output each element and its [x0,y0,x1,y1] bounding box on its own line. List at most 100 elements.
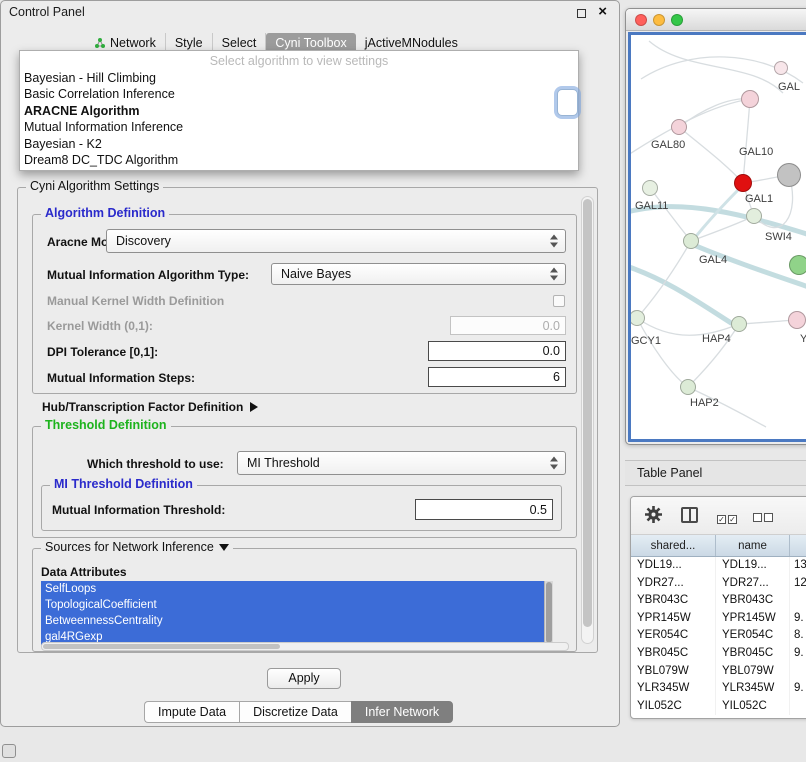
network-node[interactable] [789,255,806,275]
network-node[interactable] [788,311,806,329]
attribute-list-item[interactable]: BetweennessCentrality [41,613,553,629]
algorithm-option-selected[interactable]: ARACNE Algorithm [20,103,578,119]
table-row[interactable]: YPR145WYPR145W9. [631,610,806,628]
table-cell: YDR27... [716,575,790,593]
algorithm-combobox-fragment[interactable] [557,89,578,116]
tab-select-label: Select [222,36,257,50]
list-horizontal-scrollbar[interactable] [41,642,569,651]
hub-transcription-factor-section[interactable]: Hub/Transcription Factor Definition [42,400,258,414]
network-node[interactable] [734,174,752,192]
checked-columns-icon[interactable]: ✓✓ [717,509,739,527]
network-node-label: GCY1 [631,335,661,347]
combo-stepper-icon [550,235,559,248]
mi-threshold-legend: MI Threshold Definition [50,477,197,491]
algorithm-option[interactable]: Bayesian - Hill Climbing [20,70,578,86]
dpi-tolerance-input[interactable] [428,341,566,361]
network-node[interactable] [671,119,687,135]
dpi-tolerance-label: DPI Tolerance [0,1]: [47,345,158,359]
network-node[interactable] [731,316,747,332]
network-node[interactable] [741,90,759,108]
table-cell: YLR345W [631,680,716,698]
column-header-shared-name[interactable]: shared... [631,535,716,556]
minimize-traffic-light[interactable] [653,14,665,26]
settings-vertical-scrollbar[interactable] [581,196,594,644]
tab-cyni-toolbox-label: Cyni Toolbox [275,36,346,50]
table-panel-window: ✓✓ shared... name YDL19...YDL19...13YDR2… [630,496,806,719]
network-node[interactable] [683,233,699,249]
table-row[interactable]: YIL052CYIL052C [631,698,806,716]
aracne-mode-combobox[interactable]: Discovery [106,229,566,253]
attribute-list-item[interactable]: TopologicalCoefficient [41,597,553,613]
attribute-list-item[interactable]: SelfLoops [41,581,553,597]
algorithm-option[interactable]: Mutual Information Inference [20,119,578,135]
table-row[interactable]: YDL19...YDL19...13 [631,557,806,575]
sources-legend[interactable]: Sources for Network Inference [41,540,233,554]
network-node[interactable] [777,163,801,187]
table-cell: 9. [790,680,806,698]
apply-button[interactable]: Apply [267,668,341,689]
network-node[interactable] [774,61,788,75]
table-row[interactable]: YLR345WYLR345W9. [631,680,806,698]
network-node-label: GAL80 [651,139,685,151]
table-panel-header: Table Panel [625,460,806,486]
column-header-name[interactable]: name [716,535,790,556]
network-window-titlebar[interactable] [626,9,806,31]
close-icon[interactable]: × [598,3,607,21]
network-node[interactable] [746,208,762,224]
sources-group: Sources for Network Inference Data Attri… [32,548,577,652]
network-node[interactable] [642,180,658,196]
mi-algorithm-type-combobox[interactable]: Naive Bayes [271,263,566,285]
mi-threshold-label: Mutual Information Threshold: [52,503,225,517]
hidden-panel-icon[interactable] [2,744,16,758]
table-cell: 8. [790,627,806,645]
zoom-traffic-light[interactable] [671,14,683,26]
mi-steps-input[interactable] [428,367,566,387]
data-attributes-label: Data Attributes [41,565,127,579]
network-node-label: Y [800,333,806,345]
tab-network-label: Network [110,36,156,50]
algorithm-dropdown-list: Select algorithm to view settings Bayesi… [19,50,579,171]
mi-threshold-input[interactable] [415,499,553,520]
network-node-label: HAP4 [702,333,731,345]
network-tab-icon [94,37,106,49]
list-vertical-scrollbar[interactable] [544,581,553,645]
which-threshold-combobox[interactable]: MI Threshold [237,451,566,475]
close-traffic-light[interactable] [635,14,647,26]
table-row[interactable]: YBL079WYBL079W [631,663,806,681]
table-cell: 9. [790,645,806,663]
algorithm-definition-group: Algorithm Definition Aracne Mode: Discov… [32,214,577,394]
scrollbar-thumb[interactable] [546,582,552,643]
table-column-headers: shared... name [631,535,806,557]
network-node-label: GAL4 [699,254,727,266]
table-row[interactable]: YBR043CYBR043C [631,592,806,610]
network-node[interactable] [629,310,645,326]
unchecked-columns-icon[interactable] [753,509,775,527]
combo-stepper-icon [550,457,559,470]
aracne-mode-value: Discovery [116,234,171,248]
expand-right-icon [250,402,258,412]
tab-impute-data[interactable]: Impute Data [144,701,239,723]
tab-style-label: Style [175,36,203,50]
algorithm-option[interactable]: Basic Correlation Inference [20,86,578,102]
column-header-partial[interactable] [790,535,806,556]
combo-stepper-icon [550,268,559,281]
network-canvas[interactable]: GAL80GALGAL10GAL11GAL1SWI4GAL4GCY1HAP4YH… [628,32,806,442]
float-window-icon[interactable] [577,9,586,18]
algorithm-option[interactable]: Dream8 DC_TDC Algorithm [20,152,578,168]
tab-discretize-data[interactable]: Discretize Data [239,701,351,723]
table-row[interactable]: YER054CYER054C8. [631,627,806,645]
scrollbar-thumb[interactable] [43,644,280,649]
column-selector-icon[interactable] [681,507,698,523]
table-row[interactable]: YDR27...YDR27...12 [631,575,806,593]
data-attributes-list[interactable]: SelfLoopsTopologicalCoefficientBetweenne… [41,581,553,645]
tab-infer-network[interactable]: Infer Network [351,701,453,723]
network-node[interactable] [680,379,696,395]
network-node-label: SWI4 [765,231,792,243]
algorithm-option[interactable]: Bayesian - K2 [20,136,578,152]
kernel-width-input [450,316,566,335]
table-row[interactable]: YBR045CYBR045C9. [631,645,806,663]
threshold-definition-legend: Threshold Definition [41,418,171,432]
scrollbar-thumb[interactable] [583,199,592,627]
gear-icon[interactable] [644,505,663,529]
table-cell: YLR345W [716,680,790,698]
